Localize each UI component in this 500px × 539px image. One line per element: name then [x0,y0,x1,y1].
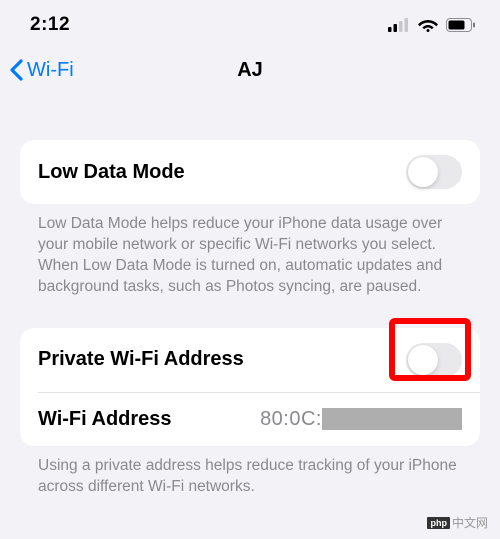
wifi-addr-value-area: 80:0C: [260,408,462,431]
toggle-knob [408,345,438,375]
wifi-addr-value: 80:0C: [260,408,322,431]
back-label: Wi-Fi [27,59,74,82]
toggle-knob [408,157,438,187]
watermark: php 中文网 [427,514,488,531]
watermark-text: 中文网 [452,514,488,531]
private-addr-footer: Using a private address helps reduce tra… [0,446,500,498]
back-button[interactable]: Wi-Fi [8,58,74,82]
wifi-addr-label: Wi-Fi Address [38,408,172,431]
page-title: AJ [237,59,263,82]
low-data-footer: Low Data Mode helps reduce your iPhone d… [0,204,500,298]
low-data-toggle[interactable] [406,155,462,189]
redacted-mask [322,408,462,430]
private-addr-group: Private Wi-Fi Address Wi-Fi Address 80:0… [20,328,480,446]
status-icons [388,18,476,32]
status-time: 2:12 [30,14,70,36]
signal-icon [388,18,410,32]
private-addr-row[interactable]: Private Wi-Fi Address [20,328,480,392]
low-data-label: Low Data Mode [38,161,185,184]
low-data-group: Low Data Mode [20,140,480,204]
private-addr-label: Private Wi-Fi Address [38,348,244,371]
nav-header: Wi-Fi AJ [0,46,500,98]
watermark-logo: php [427,517,450,529]
low-data-row[interactable]: Low Data Mode [20,140,480,204]
private-addr-toggle[interactable] [406,343,462,377]
chevron-left-icon [8,58,24,82]
status-bar: 2:12 [0,0,500,46]
battery-icon [446,18,476,32]
wifi-addr-row: Wi-Fi Address 80:0C: [20,393,480,446]
wifi-icon [418,18,438,32]
